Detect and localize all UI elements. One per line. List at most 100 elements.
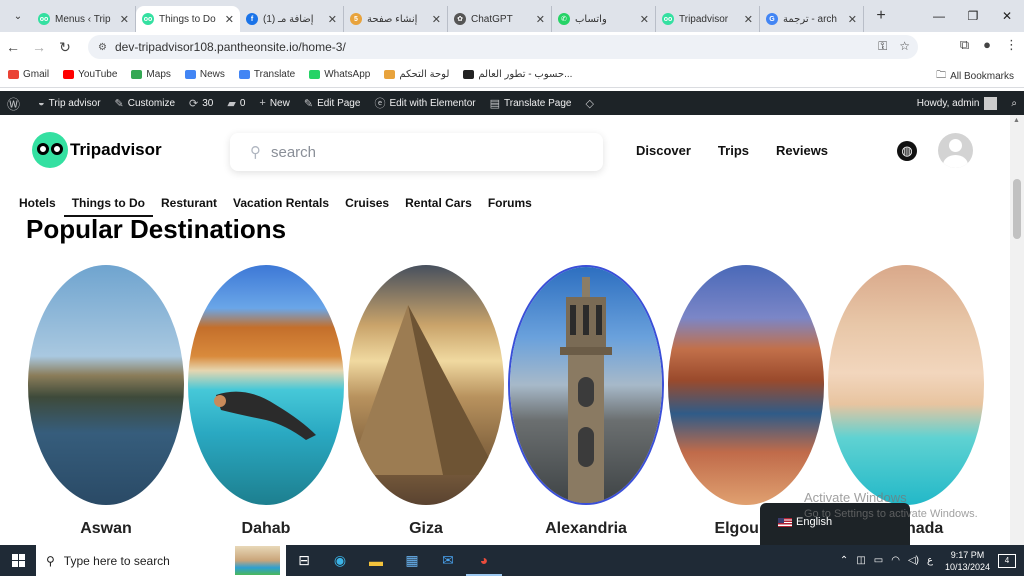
destination-label-dahab[interactable]: Dahab xyxy=(188,520,344,538)
destination-card-elgouna[interactable] xyxy=(668,265,824,505)
subnav-things-to-do[interactable]: Things to Do xyxy=(63,196,154,217)
subnav-rental-cars[interactable]: Rental Cars xyxy=(405,196,472,210)
admin-updates[interactable]: ⟳ 30 xyxy=(182,91,220,115)
back-icon[interactable]: ← xyxy=(0,39,26,55)
tab-close-icon[interactable]: ✕ xyxy=(536,13,545,26)
browser-tab[interactable]: ✆ واتساب ✕ xyxy=(552,6,656,32)
minimize-icon[interactable]: — xyxy=(922,0,956,32)
nav-discover[interactable]: Discover xyxy=(636,143,691,158)
page-scrollbar[interactable]: ▲ xyxy=(1010,115,1024,545)
file-explorer-icon[interactable]: ▬ xyxy=(358,545,394,576)
tab-search-button[interactable]: ⌄ xyxy=(4,4,32,28)
tab-close-icon[interactable]: ✕ xyxy=(848,13,857,26)
start-button[interactable] xyxy=(0,545,36,576)
admin-search-icon[interactable]: ⌕ xyxy=(1004,91,1024,115)
mail-icon[interactable]: ✉ xyxy=(430,545,466,576)
taskbar-search[interactable]: ⚲ Type here to search xyxy=(36,545,286,576)
password-key-icon[interactable]: ⚿ xyxy=(878,39,887,54)
destination-card-aswan[interactable] xyxy=(28,265,184,505)
bookmark-item[interactable]: Translate xyxy=(238,69,295,80)
input-language[interactable]: ع xyxy=(927,555,933,566)
admin-translate[interactable]: ▤ Translate Page xyxy=(483,91,579,115)
user-avatar-icon[interactable] xyxy=(938,133,973,168)
bookmark-item[interactable]: لوحة التحكم xyxy=(384,69,449,80)
chevron-up-icon[interactable]: ⌃ xyxy=(840,555,848,566)
bookmark-item[interactable]: Gmail xyxy=(8,69,49,80)
wifi-icon[interactable]: ◠ xyxy=(891,555,900,566)
destination-label-giza[interactable]: Giza xyxy=(348,520,504,538)
destination-label-aswan[interactable]: Aswan xyxy=(28,520,184,538)
admin-new[interactable]: + New xyxy=(252,91,296,115)
browser-tab[interactable]: 5 إنشاء صفحة ✕ xyxy=(344,6,448,32)
destination-card-alexandria[interactable] xyxy=(508,265,664,505)
site-info-icon[interactable]: ⚙ xyxy=(98,42,107,53)
destination-card-dahab[interactable] xyxy=(188,265,344,505)
browser-tab[interactable]: ✿ ChatGPT ✕ xyxy=(448,6,552,32)
admin-edit-page[interactable]: ✎ Edit Page xyxy=(297,91,368,115)
store-icon[interactable]: ▦ xyxy=(394,545,430,576)
url-text[interactable]: dev-tripadvisor108.pantheonsite.io/home-… xyxy=(115,40,346,54)
admin-account[interactable]: Howdy, admin xyxy=(910,91,1005,115)
all-bookmarks[interactable]: 🗀 All Bookmarks xyxy=(936,68,1014,85)
new-tab-button[interactable]: + xyxy=(870,7,892,25)
clock[interactable]: 9:17 PM 10/13/2024 xyxy=(945,549,990,573)
reload-icon[interactable]: ↻ xyxy=(52,39,78,56)
tab-close-icon[interactable]: ✕ xyxy=(328,13,337,26)
tab-close-icon[interactable]: ✕ xyxy=(225,13,234,26)
forward-icon[interactable]: → xyxy=(26,39,52,55)
tab-close-icon[interactable]: ✕ xyxy=(432,13,441,26)
subnav-vacation-rentals[interactable]: Vacation Rentals xyxy=(233,196,329,210)
address-bar[interactable]: ⚙ dev-tripadvisor108.pantheonsite.io/hom… xyxy=(88,35,918,59)
tab-close-icon[interactable]: ✕ xyxy=(744,13,753,26)
taskbar-search-placeholder: Type here to search xyxy=(63,553,170,568)
restore-icon[interactable]: ❐ xyxy=(956,0,990,32)
nav-trips[interactable]: Trips xyxy=(718,143,749,158)
subnav-hotels[interactable]: Hotels xyxy=(19,196,56,210)
tab-close-icon[interactable]: ✕ xyxy=(640,13,649,26)
nav-reviews[interactable]: Reviews xyxy=(776,143,828,158)
battery-icon[interactable]: ▭ xyxy=(874,555,883,566)
extensions-icon[interactable]: ⧉ xyxy=(960,37,969,53)
subnav-resturant[interactable]: Resturant xyxy=(161,196,217,210)
admin-elementor[interactable]: ⓔ Edit with Elementor xyxy=(367,91,482,115)
site-search-input[interactable] xyxy=(271,143,571,161)
browser-tab[interactable]: G ترجمة - arch ✕ xyxy=(760,6,864,32)
browser-tab[interactable]: oo Menus ‹ Trip ✕ xyxy=(32,6,136,32)
site-logo[interactable]: Tripadvisor xyxy=(32,132,162,168)
admin-site-name[interactable]: ◒ Trip advisor xyxy=(31,91,108,115)
bookmark-item[interactable]: WhatsApp xyxy=(309,69,370,80)
task-view-icon[interactable]: ⊟ xyxy=(286,545,322,576)
chrome-icon[interactable]: ◕ xyxy=(466,545,502,576)
scroll-up-icon[interactable]: ▲ xyxy=(1013,117,1020,124)
bookmark-star-icon[interactable]: ☆ xyxy=(899,39,910,54)
wp-logo-icon[interactable]: Ⓦ xyxy=(0,91,31,115)
bookmark-label: WhatsApp xyxy=(324,69,371,80)
bookmark-item[interactable]: News xyxy=(184,69,225,80)
subnav-forums[interactable]: Forums xyxy=(488,196,532,210)
globe-icon[interactable]: ◍ xyxy=(897,141,917,161)
browser-tab[interactable]: f إضافة مـ (1) ✕ xyxy=(240,6,344,32)
bookmark-item[interactable]: Maps xyxy=(131,69,171,80)
volume-icon[interactable]: ◁) xyxy=(908,555,919,566)
bookmark-item[interactable]: YouTube xyxy=(63,69,117,80)
edge-icon[interactable]: ◉ xyxy=(322,545,358,576)
destination-label-alexandria[interactable]: Alexandria xyxy=(508,520,664,538)
destination-card-hurghada[interactable] xyxy=(828,265,984,505)
meet-icon[interactable]: ◫ xyxy=(856,555,865,566)
notifications-icon[interactable]: 4 xyxy=(998,553,1016,568)
close-window-icon[interactable]: ✕ xyxy=(990,0,1024,32)
browser-tab[interactable]: oo Tripadvisor ✕ xyxy=(656,6,760,32)
admin-diamond-icon[interactable]: ◇ xyxy=(578,91,604,115)
admin-comments[interactable]: ▰ 0 xyxy=(220,91,252,115)
subnav-cruises[interactable]: Cruises xyxy=(345,196,389,210)
menu-icon[interactable]: ⋮ xyxy=(1005,37,1018,53)
scrollbar-thumb[interactable] xyxy=(1013,179,1021,239)
tab-close-icon[interactable]: ✕ xyxy=(120,13,129,26)
admin-customize[interactable]: ✎ Customize xyxy=(108,91,182,115)
browser-tab[interactable]: oo Things to Do ✕ xyxy=(136,6,240,32)
bookmark-item[interactable]: حسوب - تطور العالم... xyxy=(463,69,572,80)
destination-card-giza[interactable] xyxy=(348,265,504,505)
elementor-icon: ⓔ xyxy=(374,98,386,110)
site-search-box[interactable]: ⚲ xyxy=(230,133,603,171)
profile-icon[interactable]: ● xyxy=(983,37,991,53)
